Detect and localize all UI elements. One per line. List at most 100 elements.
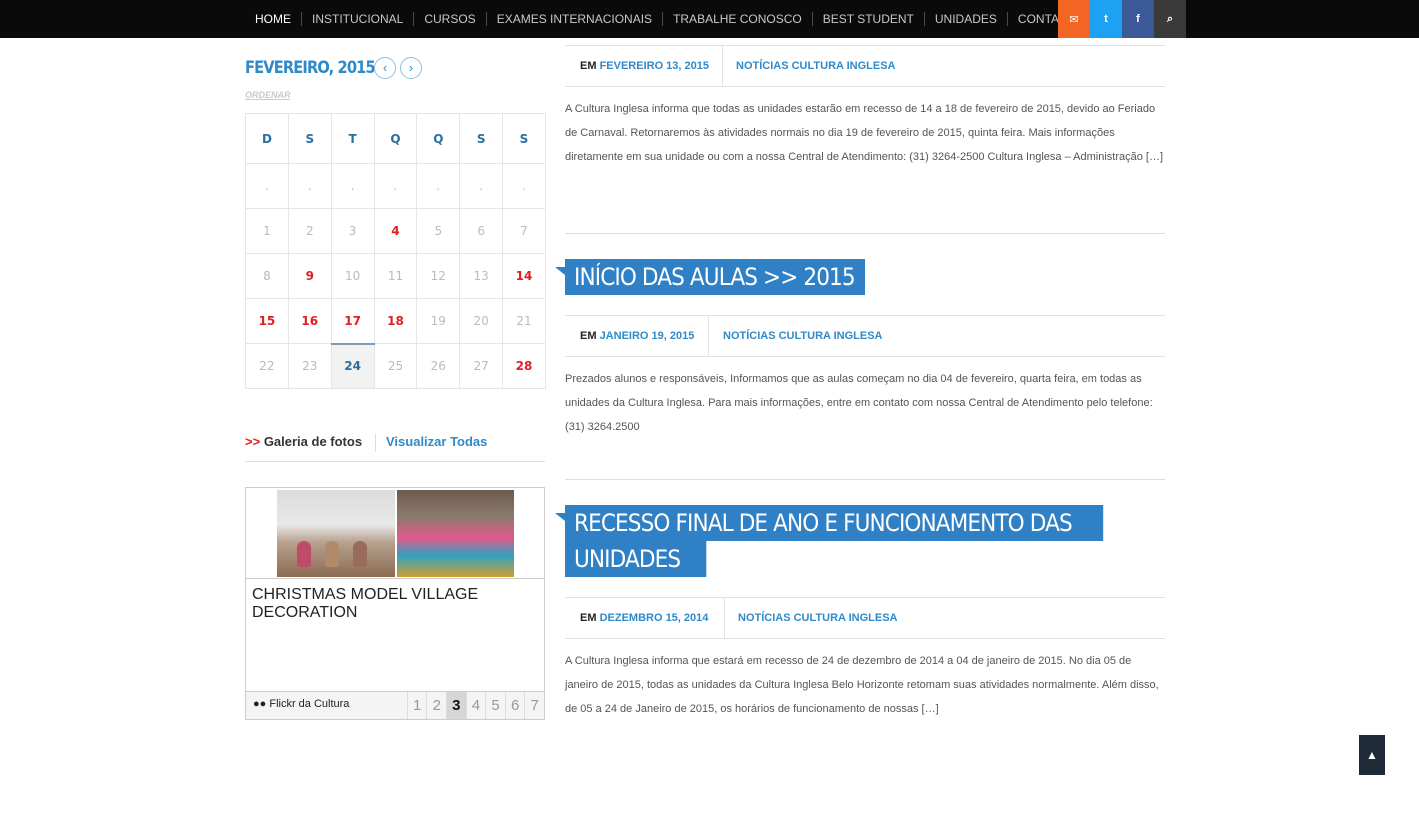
gallery-page-button[interactable]: 6 <box>504 692 525 719</box>
gallery-page-button[interactable]: 2 <box>426 692 446 719</box>
post-meta: EM FEVEREIRO 13, 2015 NOTÍCIAS CULTURA I… <box>565 45 1165 87</box>
gallery-footer: ●● Flickr da Cultura 1 2 3 4 5 6 7 <box>246 691 544 719</box>
calendar-week-row: 1 2 3 4 5 6 7 <box>245 208 546 254</box>
post-title-line[interactable]: INÍCIO DAS AULAS >> 2015 <box>565 259 856 295</box>
gallery-page-button[interactable]: 5 <box>485 692 505 719</box>
post-divider <box>565 479 1165 480</box>
post-title[interactable]: RECESSO FINAL DE ANO E FUNCIONAMENTO DAS… <box>565 505 1104 577</box>
calendar-day-cell: 5 <box>416 208 461 254</box>
weekday-header: D <box>245 113 289 164</box>
post-title-line[interactable]: UNIDADES <box>565 541 707 577</box>
weekday-header: S <box>459 113 504 164</box>
nav-item-cursos[interactable]: CURSOS <box>413 12 485 26</box>
post-category-link[interactable]: NOTÍCIAS CULTURA INGLESA <box>736 60 896 72</box>
calendar-day-cell: 26 <box>416 343 461 389</box>
scroll-to-top-button[interactable]: ▲ <box>1359 735 1385 775</box>
post-excerpt: A Cultura Inglesa informa que estará em … <box>565 655 1159 715</box>
post-meta-em: EM <box>580 330 597 342</box>
calendar-week-row: 8 9 10 11 12 13 14 <box>245 253 546 299</box>
post-meta-em: EM <box>580 612 597 624</box>
post-meta-em: EM <box>580 60 597 72</box>
twitter-icon[interactable]: t <box>1090 0 1122 38</box>
gallery-page-button-active[interactable]: 3 <box>446 692 466 719</box>
post-title-line[interactable]: RECESSO FINAL DE ANO E FUNCIONAMENTO DAS <box>565 505 1104 541</box>
gallery-pagination: 1 2 3 4 5 6 7 <box>406 692 544 719</box>
calendar-day-cell: 11 <box>373 253 418 299</box>
nav-item-trabalhe-conosco[interactable]: TRABALHE CONOSCO <box>662 12 812 26</box>
calendar-day-cell: 25 <box>373 343 418 389</box>
calendar-day-cell-today: 24 <box>330 342 375 389</box>
meta-separator <box>724 598 725 638</box>
calendar-day-cell: . <box>373 163 418 209</box>
calendar-prev-button[interactable]: ‹ <box>374 57 396 79</box>
flickr-widget: CHRISTMAS MODEL VILLAGE DECORATION ●● Fl… <box>245 487 545 720</box>
gallery-thumbnails <box>246 488 544 579</box>
calendar-day-cell[interactable]: 15 <box>245 298 289 344</box>
photo-figure <box>297 541 311 567</box>
calendar-day-cell: . <box>245 163 289 209</box>
post-category-link[interactable]: NOTÍCIAS CULTURA INGLESA <box>738 612 898 624</box>
calendar-day-cell: 2 <box>287 208 332 254</box>
calendar-day-cell: . <box>416 163 461 209</box>
gallery-page-button[interactable]: 4 <box>465 692 486 719</box>
calendar-day-cell[interactable]: 17 <box>330 298 375 344</box>
calendar-day-cell: 22 <box>245 343 289 389</box>
calendar-day-cell[interactable]: 14 <box>502 253 546 299</box>
calendar-weekday-row: D S T Q Q S S <box>245 113 546 164</box>
meta-separator <box>708 316 709 356</box>
calendar-day-cell: 20 <box>459 298 504 344</box>
post-category-link[interactable]: NOTÍCIAS CULTURA INGLESA <box>723 330 883 342</box>
facebook-icon[interactable]: f <box>1122 0 1154 38</box>
gallery-page-button[interactable]: 1 <box>406 692 427 719</box>
meta-separator <box>722 46 723 86</box>
calendar-week-row: . . . . . . . <box>245 163 546 209</box>
gallery-page-button[interactable]: 7 <box>524 692 544 719</box>
calendar-day-cell[interactable]: 9 <box>287 253 332 299</box>
calendar-week-row: 22 23 24 25 26 27 28 <box>245 342 546 389</box>
post-date-link[interactable]: JANEIRO 19, 2015 <box>600 330 695 342</box>
weekday-header: S <box>287 113 332 164</box>
calendar-day-cell: . <box>330 163 375 209</box>
calendar-next-button[interactable]: › <box>400 57 422 79</box>
gallery-photo-village[interactable] <box>397 490 514 577</box>
nav-item-exames-internacionais[interactable]: EXAMES INTERNACIONAIS <box>485 12 662 26</box>
calendar-title: FEVEREIRO, 2015 <box>245 58 376 78</box>
weekday-header: Q <box>416 113 461 164</box>
calendar-day-cell[interactable]: 4 <box>373 208 418 254</box>
social-buttons: ✉ t f ⌕ <box>1058 0 1186 38</box>
calendar-day-cell: . <box>502 163 546 209</box>
calendar-day-cell: 10 <box>330 253 375 299</box>
top-navigation-bar: HOME INSTITUCIONAL CURSOS EXAMES INTERNA… <box>0 0 1419 38</box>
post-excerpt: Prezados alunos e responsáveis, Informam… <box>565 373 1153 433</box>
flickr-label: ●● Flickr da Cultura <box>253 698 350 710</box>
calendar-day-cell: 19 <box>416 298 461 344</box>
post-meta: EM JANEIRO 19, 2015 NOTÍCIAS CULTURA ING… <box>565 315 1165 357</box>
nav-item-home[interactable]: HOME <box>245 12 301 26</box>
calendar-day-cell: 12 <box>416 253 461 299</box>
post-title-tab <box>555 513 565 521</box>
weekday-header: Q <box>373 113 418 164</box>
gallery-arrows: >> <box>245 434 261 449</box>
nav-item-unidades[interactable]: UNIDADES <box>923 12 1007 26</box>
nav-item-best-student[interactable]: BEST STUDENT <box>811 12 924 26</box>
calendar-day-cell[interactable]: 18 <box>373 298 418 344</box>
post-title[interactable]: INÍCIO DAS AULAS >> 2015 <box>565 259 865 295</box>
calendar-day-cell: 13 <box>459 253 504 299</box>
main-menu: HOME INSTITUCIONAL CURSOS EXAMES INTERNA… <box>245 0 1085 38</box>
post-divider <box>565 233 1165 234</box>
calendar-day-cell[interactable]: 28 <box>502 343 546 389</box>
gallery-view-all-link[interactable]: Visualizar Todas <box>386 434 487 449</box>
weekday-header: S <box>502 113 546 164</box>
calendar-day-cell: 27 <box>459 343 504 389</box>
calendar-week-row: 15 16 17 18 19 20 21 <box>245 298 546 344</box>
mail-icon[interactable]: ✉ <box>1058 0 1090 38</box>
photo-figure <box>353 541 367 567</box>
calendar-order-link[interactable]: ORDENAR <box>245 90 291 100</box>
calendar-day-cell: . <box>287 163 332 209</box>
calendar-day-cell[interactable]: 16 <box>287 298 332 344</box>
post-date-link[interactable]: FEVEREIRO 13, 2015 <box>600 60 709 72</box>
nav-item-institucional[interactable]: INSTITUCIONAL <box>301 12 413 26</box>
search-icon[interactable]: ⌕ <box>1154 0 1186 38</box>
gallery-photo-children[interactable] <box>277 490 395 577</box>
post-date-link[interactable]: DEZEMBRO 15, 2014 <box>600 612 709 624</box>
